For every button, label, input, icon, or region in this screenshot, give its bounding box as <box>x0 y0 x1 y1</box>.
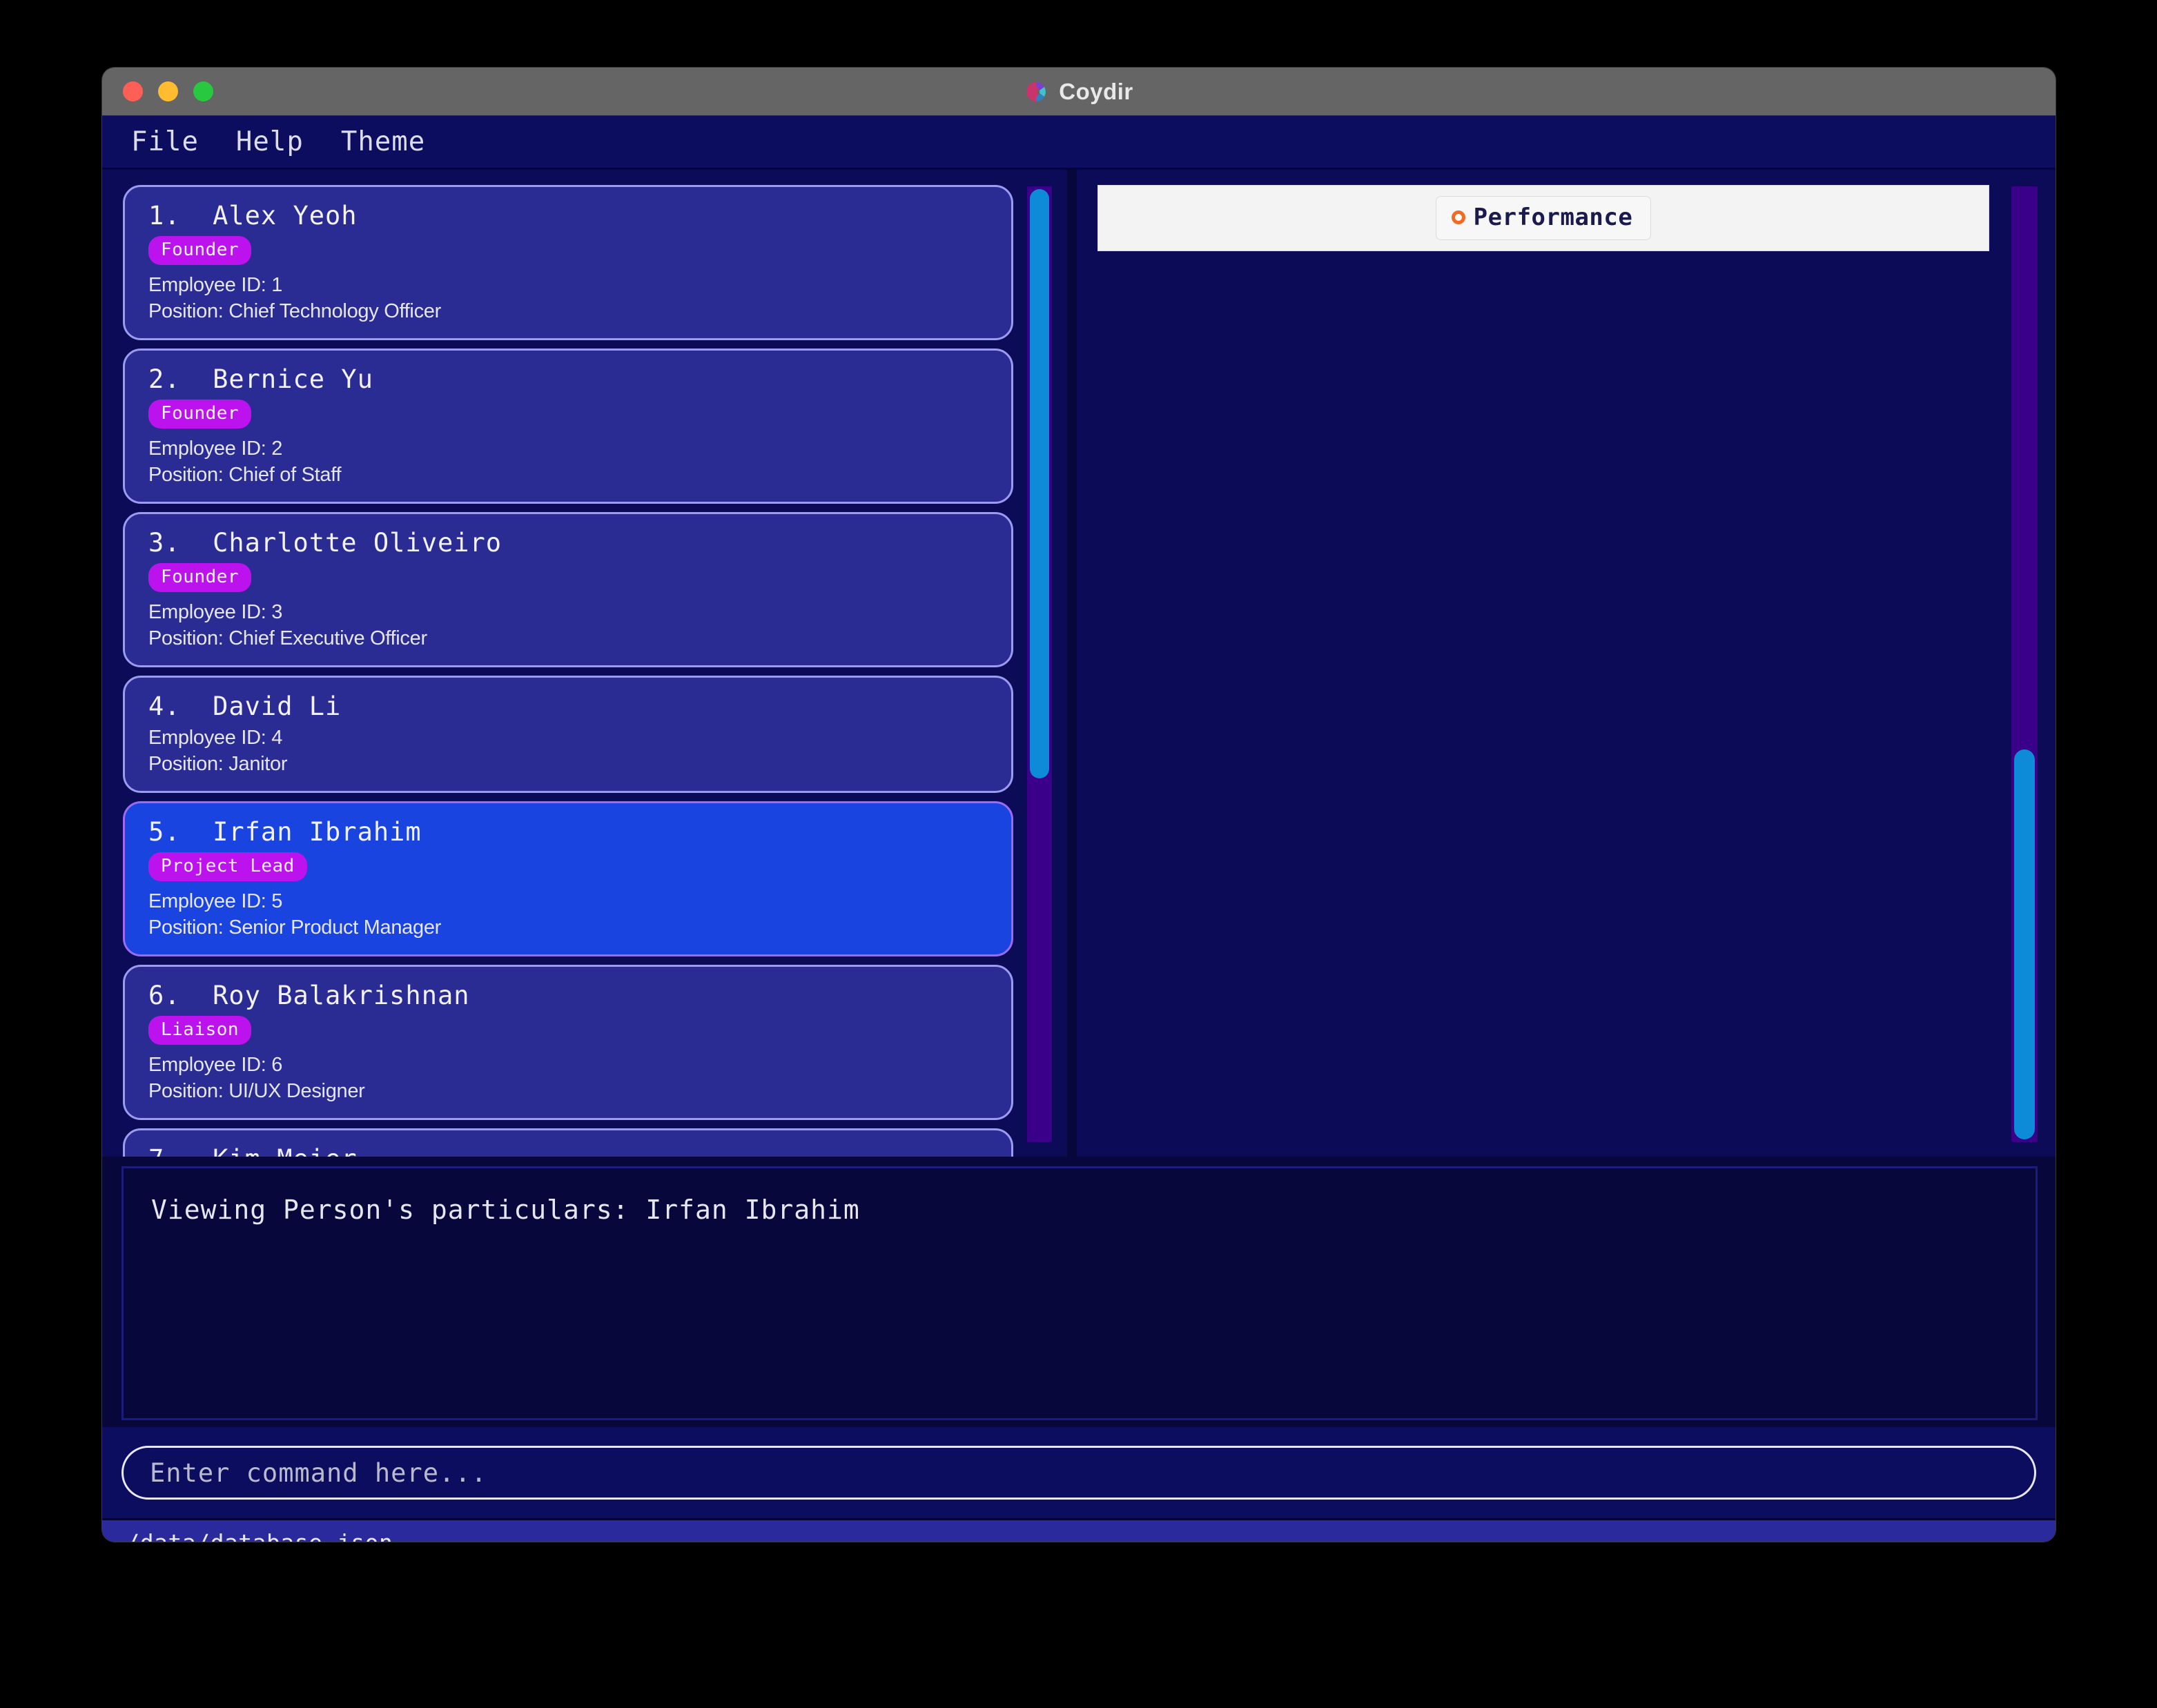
menu-item-help[interactable]: Help <box>236 126 304 157</box>
person-position: Position: UI/UX Designer <box>148 1080 365 1102</box>
maximize-button[interactable] <box>193 81 213 101</box>
person-card[interactable]: 1. Alex Yeoh Founder Employee ID: 1 Positio… <box>123 185 1013 340</box>
result-display-box: Viewing Person's particulars: Irfan Ibra… <box>121 1166 2038 1420</box>
person-position: Position: Chief Executive Officer <box>148 627 427 649</box>
person-name: 7. Kim Meier <box>148 1144 988 1157</box>
panel-divider <box>1067 170 1077 1157</box>
person-employee-id: Employee ID: 1 <box>148 274 283 296</box>
person-card[interactable]: 6. Roy Balakrishnan Liaison Employee ID: 6… <box>123 965 1013 1120</box>
menu-bar: File Help Theme <box>102 116 2056 170</box>
person-employee-id: Employee ID: 6 <box>148 1054 283 1076</box>
person-position: Position: Chief Technology Officer <box>148 300 441 322</box>
person-employee-id: Employee ID: 3 <box>148 601 283 623</box>
person-employee-id: Employee ID: 2 <box>148 438 283 460</box>
detail-panel-scrollbar-thumb[interactable] <box>2014 749 2035 1139</box>
person-card[interactable]: 4. David Li Employee ID: 4 Position: Janit… <box>123 676 1013 793</box>
person-tag-badge: Liaison <box>148 1016 252 1045</box>
person-card[interactable]: 7. Kim MeierPromotion comingEmployee ID:… <box>123 1128 1013 1157</box>
person-tag-badge: Project Lead <box>148 852 307 881</box>
radio-selected-icon <box>1451 210 1465 224</box>
person-position: Position: Chief of Staff <box>148 464 342 486</box>
person-name: 2. Bernice Yu <box>148 364 373 394</box>
title-bar: Coydir <box>102 68 2056 116</box>
status-file-path: ./data/database.json <box>112 1529 393 1542</box>
command-input[interactable] <box>121 1446 2036 1500</box>
person-name: 5. Irfan Ibrahim <box>148 817 422 847</box>
person-tag-badge: Founder <box>148 400 252 429</box>
person-list-panel: 1. Alex Yeoh Founder Employee ID: 1 Positio… <box>102 170 1067 1157</box>
tab-performance-label: Performance <box>1473 204 1633 231</box>
main-content: 1. Alex Yeoh Founder Employee ID: 1 Positio… <box>102 170 2056 1157</box>
person-name: 3. Charlotte Oliveiro <box>148 528 502 558</box>
minimize-button[interactable] <box>158 81 178 101</box>
person-name: 1. Alex Yeoh <box>148 201 358 230</box>
menu-item-theme[interactable]: Theme <box>341 126 425 157</box>
detail-panel-scrollbar[interactable] <box>2011 186 2038 1142</box>
coydir-logo-icon <box>1026 81 1046 101</box>
result-section: Viewing Person's particulars: Irfan Ibra… <box>102 1157 2056 1427</box>
window-controls <box>123 81 213 101</box>
menu-item-file[interactable]: File <box>131 126 199 157</box>
detail-panel: Performance On leave: True Total Leaves:… <box>1077 170 2056 1157</box>
person-card[interactable]: 5. Irfan Ibrahim Project Lead Employee ID:… <box>123 801 1013 956</box>
person-tag-badge: Founder <box>148 236 252 265</box>
person-name: 6. Roy Balakrishnan <box>148 981 470 1010</box>
person-employee-id: Employee ID: 5 <box>148 890 283 912</box>
person-list-scrollbar-thumb[interactable] <box>1030 189 1049 778</box>
tab-performance[interactable]: Performance <box>1435 196 1652 240</box>
person-name: 4. David Li <box>148 691 342 721</box>
window-title: Coydir <box>1059 78 1133 104</box>
app-window: Coydir File Help Theme 1. Alex Yeoh Found… <box>102 68 2056 1542</box>
person-card[interactable]: 3. Charlotte Oliveiro Founder Employee ID:… <box>123 512 1013 667</box>
person-list-scrollbar[interactable] <box>1027 186 1052 1142</box>
close-button[interactable] <box>123 81 143 101</box>
command-section <box>102 1427 2056 1518</box>
person-tag-badge: Founder <box>148 563 252 592</box>
result-message: Viewing Person's particulars: Irfan Ibra… <box>151 1195 860 1225</box>
title-center-group: Coydir <box>102 79 2056 105</box>
person-list: 1. Alex Yeoh Founder Employee ID: 1 Positio… <box>123 185 1013 1157</box>
tab-strip: Performance <box>1097 185 1989 251</box>
person-position: Position: Senior Product Manager <box>148 916 442 939</box>
person-position: Position: Janitor <box>148 753 288 775</box>
person-employee-id: Employee ID: 4 <box>148 727 283 749</box>
person-card[interactable]: 2. Bernice Yu Founder Employee ID: 2 Positi… <box>123 349 1013 504</box>
status-bar: ./data/database.json <box>102 1518 2056 1542</box>
